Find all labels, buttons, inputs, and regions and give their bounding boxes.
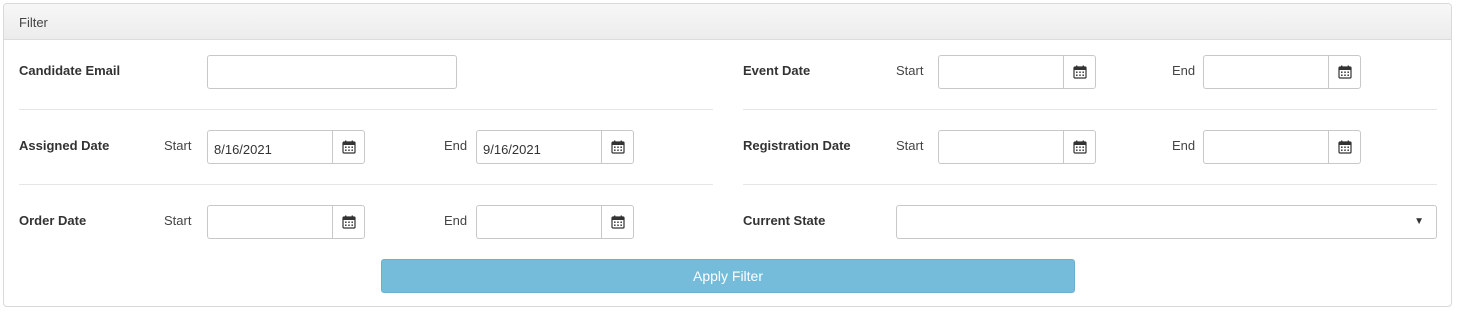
event-date-end-input[interactable] [1203,55,1328,89]
order-date-end-picker [476,205,634,239]
calendar-icon[interactable] [601,130,634,164]
caret-down-icon: ▼ [1414,216,1424,227]
calendar-icon[interactable] [332,130,365,164]
panel-header: Filter [4,4,1451,40]
assigned-date-end-input[interactable] [476,130,601,164]
event-date-start-label: Start [896,63,924,78]
calendar-icon[interactable] [601,205,634,239]
order-date-end-input[interactable] [476,205,601,239]
order-date-label: Order Date [19,213,87,228]
event-date-end-picker [1203,55,1361,89]
order-date-start-label: Start [164,213,192,228]
order-date-end-label: End [444,213,468,228]
registration-date-end-input[interactable] [1203,130,1328,164]
event-date-start-picker [938,55,1096,89]
row-divider [743,184,1437,185]
assigned-date-end-label: End [444,138,468,153]
registration-date-start-label: Start [896,138,924,153]
calendar-icon[interactable] [1328,55,1361,89]
registration-date-label: Registration Date [743,138,851,153]
assigned-date-start-label: Start [164,138,192,153]
assigned-date-start-picker [207,130,365,164]
assigned-date-end-picker [476,130,634,164]
candidate-email-label: Candidate Email [19,63,121,78]
calendar-icon[interactable] [1328,130,1361,164]
row-divider [743,109,1437,110]
order-date-start-picker [207,205,365,239]
apply-filter-button[interactable]: Apply Filter [381,259,1075,293]
row-divider [19,184,713,185]
event-date-end-label: End [1172,63,1196,78]
registration-date-start-input[interactable] [938,130,1063,164]
order-date-start-input[interactable] [207,205,332,239]
calendar-icon[interactable] [1063,130,1096,164]
event-date-label: Event Date [743,63,811,78]
registration-date-end-label: End [1172,138,1196,153]
event-date-start-input[interactable] [938,55,1063,89]
assigned-date-label: Assigned Date [19,138,110,153]
assigned-date-start-input[interactable] [207,130,332,164]
calendar-icon[interactable] [1063,55,1096,89]
panel-title: Filter [19,15,48,30]
current-state-select[interactable]: ▼ [896,205,1437,239]
candidate-email-input[interactable] [207,55,457,89]
registration-date-start-picker [938,130,1096,164]
current-state-label: Current State [743,213,826,228]
registration-date-end-picker [1203,130,1361,164]
calendar-icon[interactable] [332,205,365,239]
row-divider [19,109,713,110]
